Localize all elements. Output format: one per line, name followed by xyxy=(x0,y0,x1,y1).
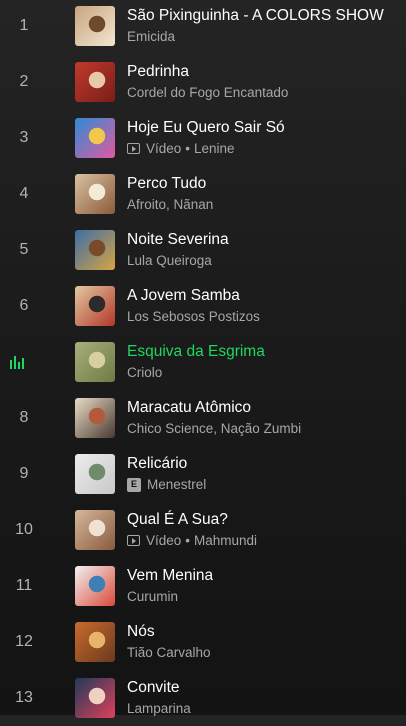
album-art xyxy=(75,510,115,550)
video-label: Vídeo xyxy=(146,533,182,548)
track-number: 5 xyxy=(19,241,29,258)
track-subtitle: Tião Carvalho xyxy=(127,643,211,662)
album-art xyxy=(75,174,115,214)
track-title[interactable]: São Pixinguinha - A COLORS SHOW xyxy=(127,6,384,26)
track-subtitle: Cordel do Fogo Encantado xyxy=(127,83,288,102)
album-art xyxy=(75,566,115,606)
album-art xyxy=(75,622,115,662)
track-subtitle: Afroito, Nãnan xyxy=(127,195,213,214)
track-title[interactable]: Convite xyxy=(127,678,191,698)
track-title[interactable]: Esquiva da Esgrima xyxy=(127,342,265,362)
track-number: 2 xyxy=(19,73,29,90)
track-row[interactable]: 13 Convite Lamparina xyxy=(0,670,406,726)
video-play-icon xyxy=(127,535,140,546)
track-number: 11 xyxy=(15,577,33,594)
track-row[interactable]: 11 Vem Menina Curumin xyxy=(0,558,406,614)
track-title[interactable]: Maracatu Atômico xyxy=(127,398,301,418)
track-title[interactable]: Perco Tudo xyxy=(127,174,213,194)
track-title[interactable]: Noite Severina xyxy=(127,230,229,250)
track-subtitle: E Menestrel xyxy=(127,475,206,494)
track-number: 1 xyxy=(19,17,29,34)
track-artist[interactable]: Lenine xyxy=(194,139,235,158)
track-subtitle: Vídeo • Mahmundi xyxy=(127,531,257,550)
track-number: 12 xyxy=(15,633,33,650)
track-artist[interactable]: Afroito, Nãnan xyxy=(127,195,213,214)
track-row[interactable]: 6 A Jovem Samba Los Sebosos Postizos xyxy=(0,278,406,334)
explicit-icon: E xyxy=(127,477,141,492)
track-title[interactable]: A Jovem Samba xyxy=(127,286,260,306)
track-row[interactable]: 4 Perco Tudo Afroito, Nãnan xyxy=(0,166,406,222)
now-playing-equalizer-icon xyxy=(0,355,62,369)
album-art xyxy=(75,62,115,102)
video-label: Vídeo xyxy=(146,141,182,156)
track-subtitle: Lamparina xyxy=(127,699,191,718)
track-artist[interactable]: Menestrel xyxy=(147,475,206,494)
track-title[interactable]: Relicário xyxy=(127,454,206,474)
track-row[interactable]: Esquiva da Esgrima Criolo xyxy=(0,334,406,390)
track-artist[interactable]: Tião Carvalho xyxy=(127,643,211,662)
separator-dot: • xyxy=(185,141,191,156)
track-row[interactable]: 5 Noite Severina Lula Queiroga xyxy=(0,222,406,278)
track-artist[interactable]: Criolo xyxy=(127,363,162,382)
track-title[interactable]: Vem Menina xyxy=(127,566,213,586)
track-title[interactable]: Pedrinha xyxy=(127,62,288,82)
track-artist[interactable]: Emicida xyxy=(127,27,175,46)
album-art xyxy=(75,398,115,438)
track-artist[interactable]: Lula Queiroga xyxy=(127,251,212,270)
album-art xyxy=(75,678,115,718)
track-artist[interactable]: Chico Science, Nação Zumbi xyxy=(127,419,301,438)
track-number: 6 xyxy=(19,297,29,314)
separator-dot: • xyxy=(185,533,191,548)
album-art xyxy=(75,118,115,158)
track-number: 3 xyxy=(19,129,29,146)
track-number: 13 xyxy=(15,689,33,706)
album-art xyxy=(75,6,115,46)
track-number: 9 xyxy=(19,465,29,482)
track-title[interactable]: Qual É A Sua? xyxy=(127,510,257,530)
track-title[interactable]: Hoje Eu Quero Sair Só xyxy=(127,118,285,138)
track-subtitle: Lula Queiroga xyxy=(127,251,229,270)
track-subtitle: Los Sebosos Postizos xyxy=(127,307,260,326)
track-artist[interactable]: Lamparina xyxy=(127,699,191,718)
track-row[interactable]: 9 Relicário E Menestrel xyxy=(0,446,406,502)
track-row[interactable]: 1 São Pixinguinha - A COLORS SHOW Emicida xyxy=(0,0,406,54)
track-subtitle: Curumin xyxy=(127,587,213,606)
album-art xyxy=(75,286,115,326)
track-artist[interactable]: Cordel do Fogo Encantado xyxy=(127,83,288,102)
track-subtitle: Criolo xyxy=(127,363,265,382)
track-number: 10 xyxy=(15,521,33,538)
album-art xyxy=(75,342,115,382)
track-subtitle: Vídeo • Lenine xyxy=(127,139,285,158)
track-number: 8 xyxy=(19,409,29,426)
track-row[interactable]: 2 Pedrinha Cordel do Fogo Encantado xyxy=(0,54,406,110)
track-artist[interactable]: Curumin xyxy=(127,587,178,606)
track-artist[interactable]: Los Sebosos Postizos xyxy=(127,307,260,326)
track-artist[interactable]: Mahmundi xyxy=(194,531,257,550)
video-play-icon xyxy=(127,143,140,154)
track-number: 4 xyxy=(19,185,29,202)
album-art xyxy=(75,230,115,270)
track-row[interactable]: 3 Hoje Eu Quero Sair Só Vídeo • Lenine xyxy=(0,110,406,166)
track-list: 1 São Pixinguinha - A COLORS SHOW Emicida 2… xyxy=(0,0,406,718)
track-row[interactable]: 8 Maracatu Atômico Chico Science, Nação Zu… xyxy=(0,390,406,446)
track-subtitle: Chico Science, Nação Zumbi xyxy=(127,419,301,438)
track-row[interactable]: 10 Qual É A Sua? Vídeo • Mahmundi xyxy=(0,502,406,558)
track-subtitle: Emicida xyxy=(127,27,384,46)
track-row[interactable]: 12 Nós Tião Carvalho xyxy=(0,614,406,670)
track-title[interactable]: Nós xyxy=(127,622,211,642)
album-art xyxy=(75,454,115,494)
